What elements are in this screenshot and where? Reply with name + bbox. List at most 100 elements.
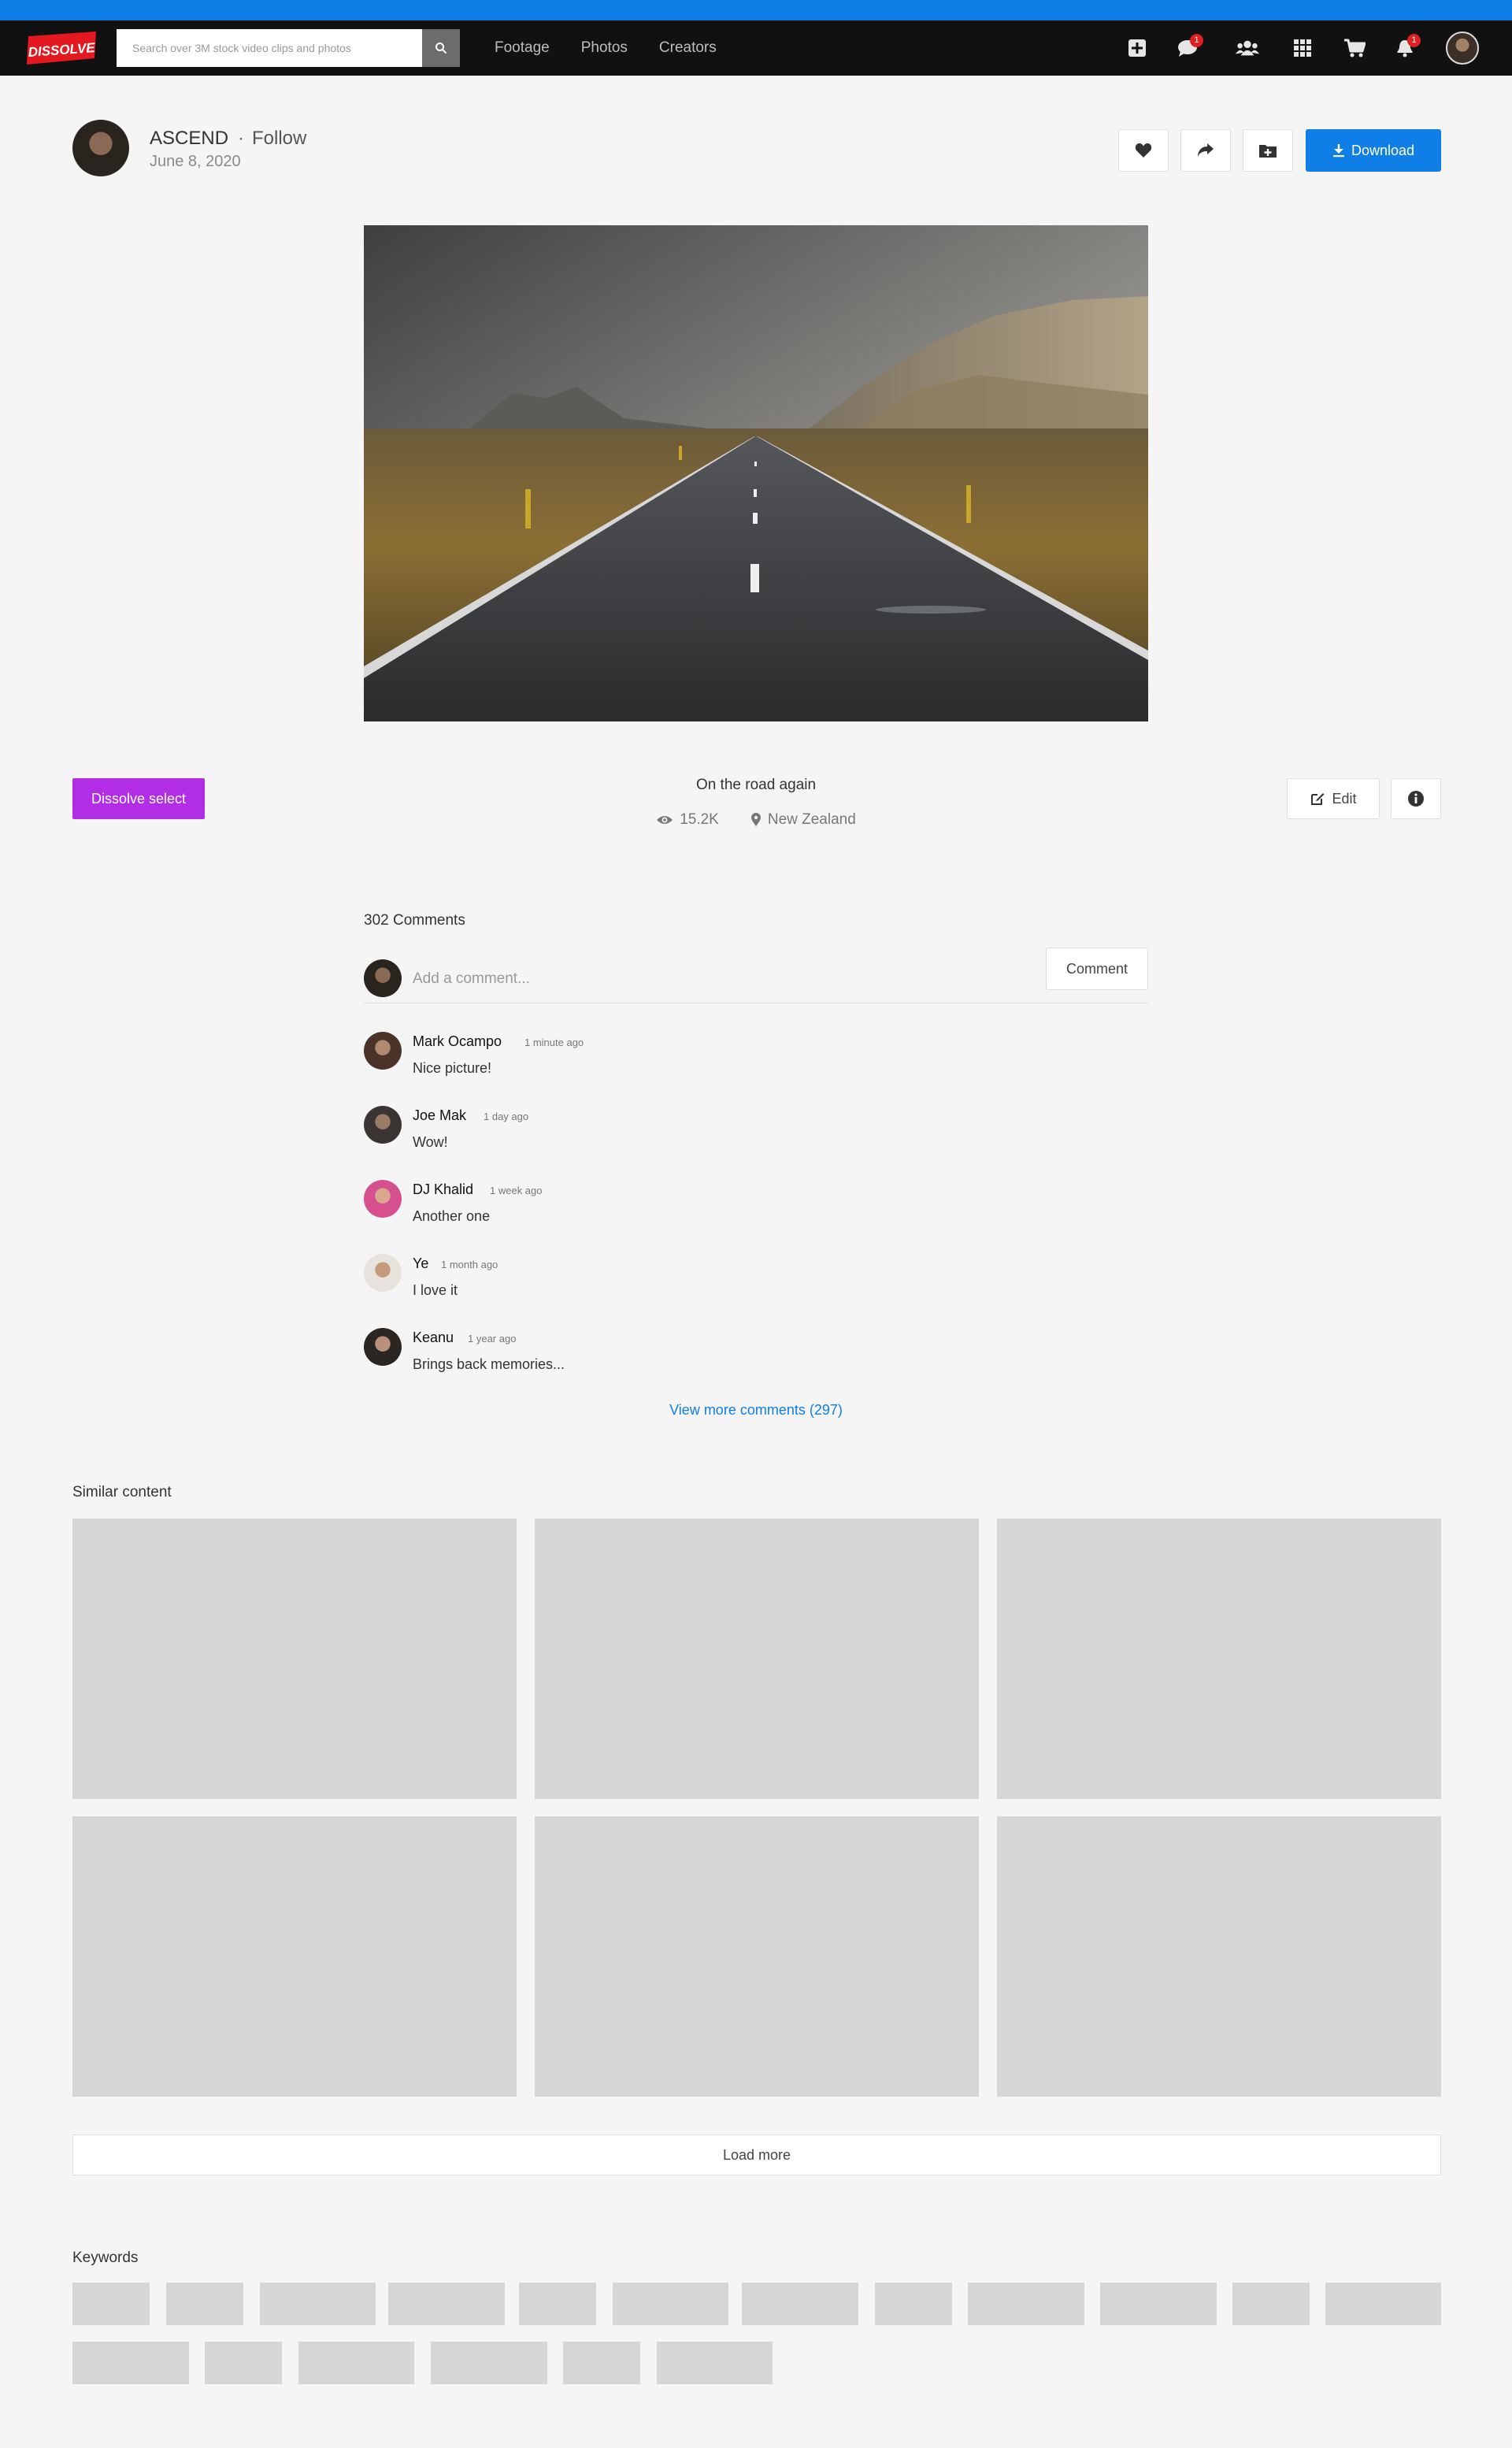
similar-content-item[interactable] [72,1519,517,1799]
keyword-tag[interactable] [1325,2283,1441,2325]
publish-date: June 8, 2020 [150,153,241,170]
add-to-collection-button[interactable] [1243,129,1293,172]
apps-button[interactable] [1290,38,1315,58]
comment-item: Keanu 1 year ago Brings back memories... [364,1328,1148,1383]
comment-text: Brings back memories... [413,1356,565,1372]
commenter-name[interactable]: Mark Ocampo [413,1033,502,1050]
comments-count: 302 Comments [364,912,465,929]
keyword-tag[interactable] [388,2283,505,2325]
keywords-title: Keywords [72,2250,139,2266]
load-more-button[interactable]: Load more [72,2135,1441,2175]
keyword-tag[interactable] [519,2283,596,2325]
similar-content-item[interactable] [535,1816,979,2097]
comment-time: 1 week ago [490,1185,543,1196]
search-input[interactable] [117,29,422,67]
nav-link-creators[interactable]: Creators [659,39,717,57]
photo-meta: 15.2K New Zealand [598,811,914,829]
comment-text: Wow! [413,1134,448,1150]
comment-time: 1 minute ago [524,1037,584,1048]
bell-badge: 1 [1407,34,1421,47]
commenter-name[interactable]: Ye [413,1256,428,1272]
keyword-tag[interactable] [260,2283,376,2325]
users-icon [1235,40,1260,56]
upload-button[interactable] [1125,38,1150,58]
keyword-tag[interactable] [563,2342,640,2384]
comment-time: 1 day ago [484,1111,529,1122]
comment-input[interactable] [413,966,885,992]
keyword-tag[interactable] [657,2342,773,2384]
comment-submit-button[interactable]: Comment [1046,948,1148,990]
commenter-avatar[interactable] [364,1328,402,1366]
main-photo[interactable] [364,225,1148,721]
keyword-tag[interactable] [968,2283,1084,2325]
comment-text: Nice picture! [413,1060,492,1076]
comment-time: 1 year ago [468,1333,517,1345]
edit-button[interactable]: Edit [1287,778,1380,819]
similar-content-item[interactable] [997,1816,1441,2097]
photo-title: On the road again [695,777,817,793]
like-button[interactable] [1118,129,1169,172]
commenter-avatar[interactable] [364,1180,402,1218]
keyword-tag[interactable] [1100,2283,1217,2325]
comment-time: 1 month ago [441,1259,498,1270]
current-user-avatar [364,959,402,997]
keyword-tag[interactable] [875,2283,952,2325]
commenter-avatar[interactable] [364,1032,402,1070]
community-button[interactable] [1235,38,1260,58]
eye-icon [657,816,673,824]
commenter-name[interactable]: Keanu [413,1330,454,1346]
search-button[interactable] [422,29,460,67]
share-button[interactable] [1180,129,1231,172]
dissolve-logo[interactable]: DISSOLVE [24,32,99,65]
road-landscape-image [364,225,1148,721]
location-stat[interactable]: New Zealand [750,811,856,829]
nav-link-footage[interactable]: Footage [495,39,550,57]
keyword-tag[interactable] [1232,2283,1310,2325]
cart-icon [1344,39,1366,57]
follow-button[interactable]: Follow [252,128,306,150]
top-accent-bar [0,0,1512,20]
folder-plus-icon [1259,145,1277,158]
view-more-comments-link[interactable]: View more comments (297) [598,1402,914,1419]
dissolve-select-button[interactable]: Dissolve select [72,778,205,819]
comment-item: Mark Ocampo 1 minute ago Nice picture! [364,1032,1148,1087]
comment-text: Another one [413,1208,491,1224]
notifications-button[interactable]: 1 [1392,34,1421,58]
comment-item: DJ Khalid 1 week ago Another one [364,1180,1148,1235]
keyword-tag[interactable] [298,2342,414,2384]
keyword-tag[interactable] [431,2342,547,2384]
similar-content-item[interactable] [535,1519,979,1799]
chat-badge: 1 [1190,34,1203,47]
nav-link-photos[interactable]: Photos [581,39,628,57]
plus-square-icon [1128,39,1146,57]
keyword-tag[interactable] [166,2283,243,2325]
commenter-avatar[interactable] [364,1254,402,1292]
commenter-name[interactable]: DJ Khalid [413,1181,473,1198]
user-avatar[interactable] [1446,32,1479,65]
commenter-name[interactable]: Joe Mak [413,1107,466,1124]
comment-text: I love it [413,1282,458,1298]
info-button[interactable] [1391,778,1441,819]
grid-icon [1294,39,1311,57]
comment-item: Joe Mak 1 day ago Wow! [364,1106,1148,1161]
keyword-tag[interactable] [72,2283,150,2325]
keyword-tag[interactable] [205,2342,282,2384]
keyword-tag[interactable] [742,2283,858,2325]
similar-content-item[interactable] [997,1519,1441,1799]
messages-button[interactable]: 1 [1175,34,1203,58]
author-avatar[interactable] [72,120,129,176]
keyword-tag[interactable] [72,2342,189,2384]
commenter-avatar[interactable] [364,1106,402,1144]
views-stat: 15.2K [656,811,719,829]
main-nav: Footage Photos Creators [495,20,748,76]
keyword-tag[interactable] [613,2283,728,2325]
download-button[interactable]: Download [1306,129,1441,172]
author-name[interactable]: ASCEND [150,128,228,150]
share-icon [1198,143,1214,157]
download-icon [1332,144,1344,158]
cart-button[interactable] [1342,38,1367,58]
similar-content-item[interactable] [72,1816,517,2097]
location-label: New Zealand [767,811,856,828]
edit-label: Edit [1332,790,1357,807]
top-navbar: DISSOLVE Footage Photos Creators 1 [0,20,1512,76]
